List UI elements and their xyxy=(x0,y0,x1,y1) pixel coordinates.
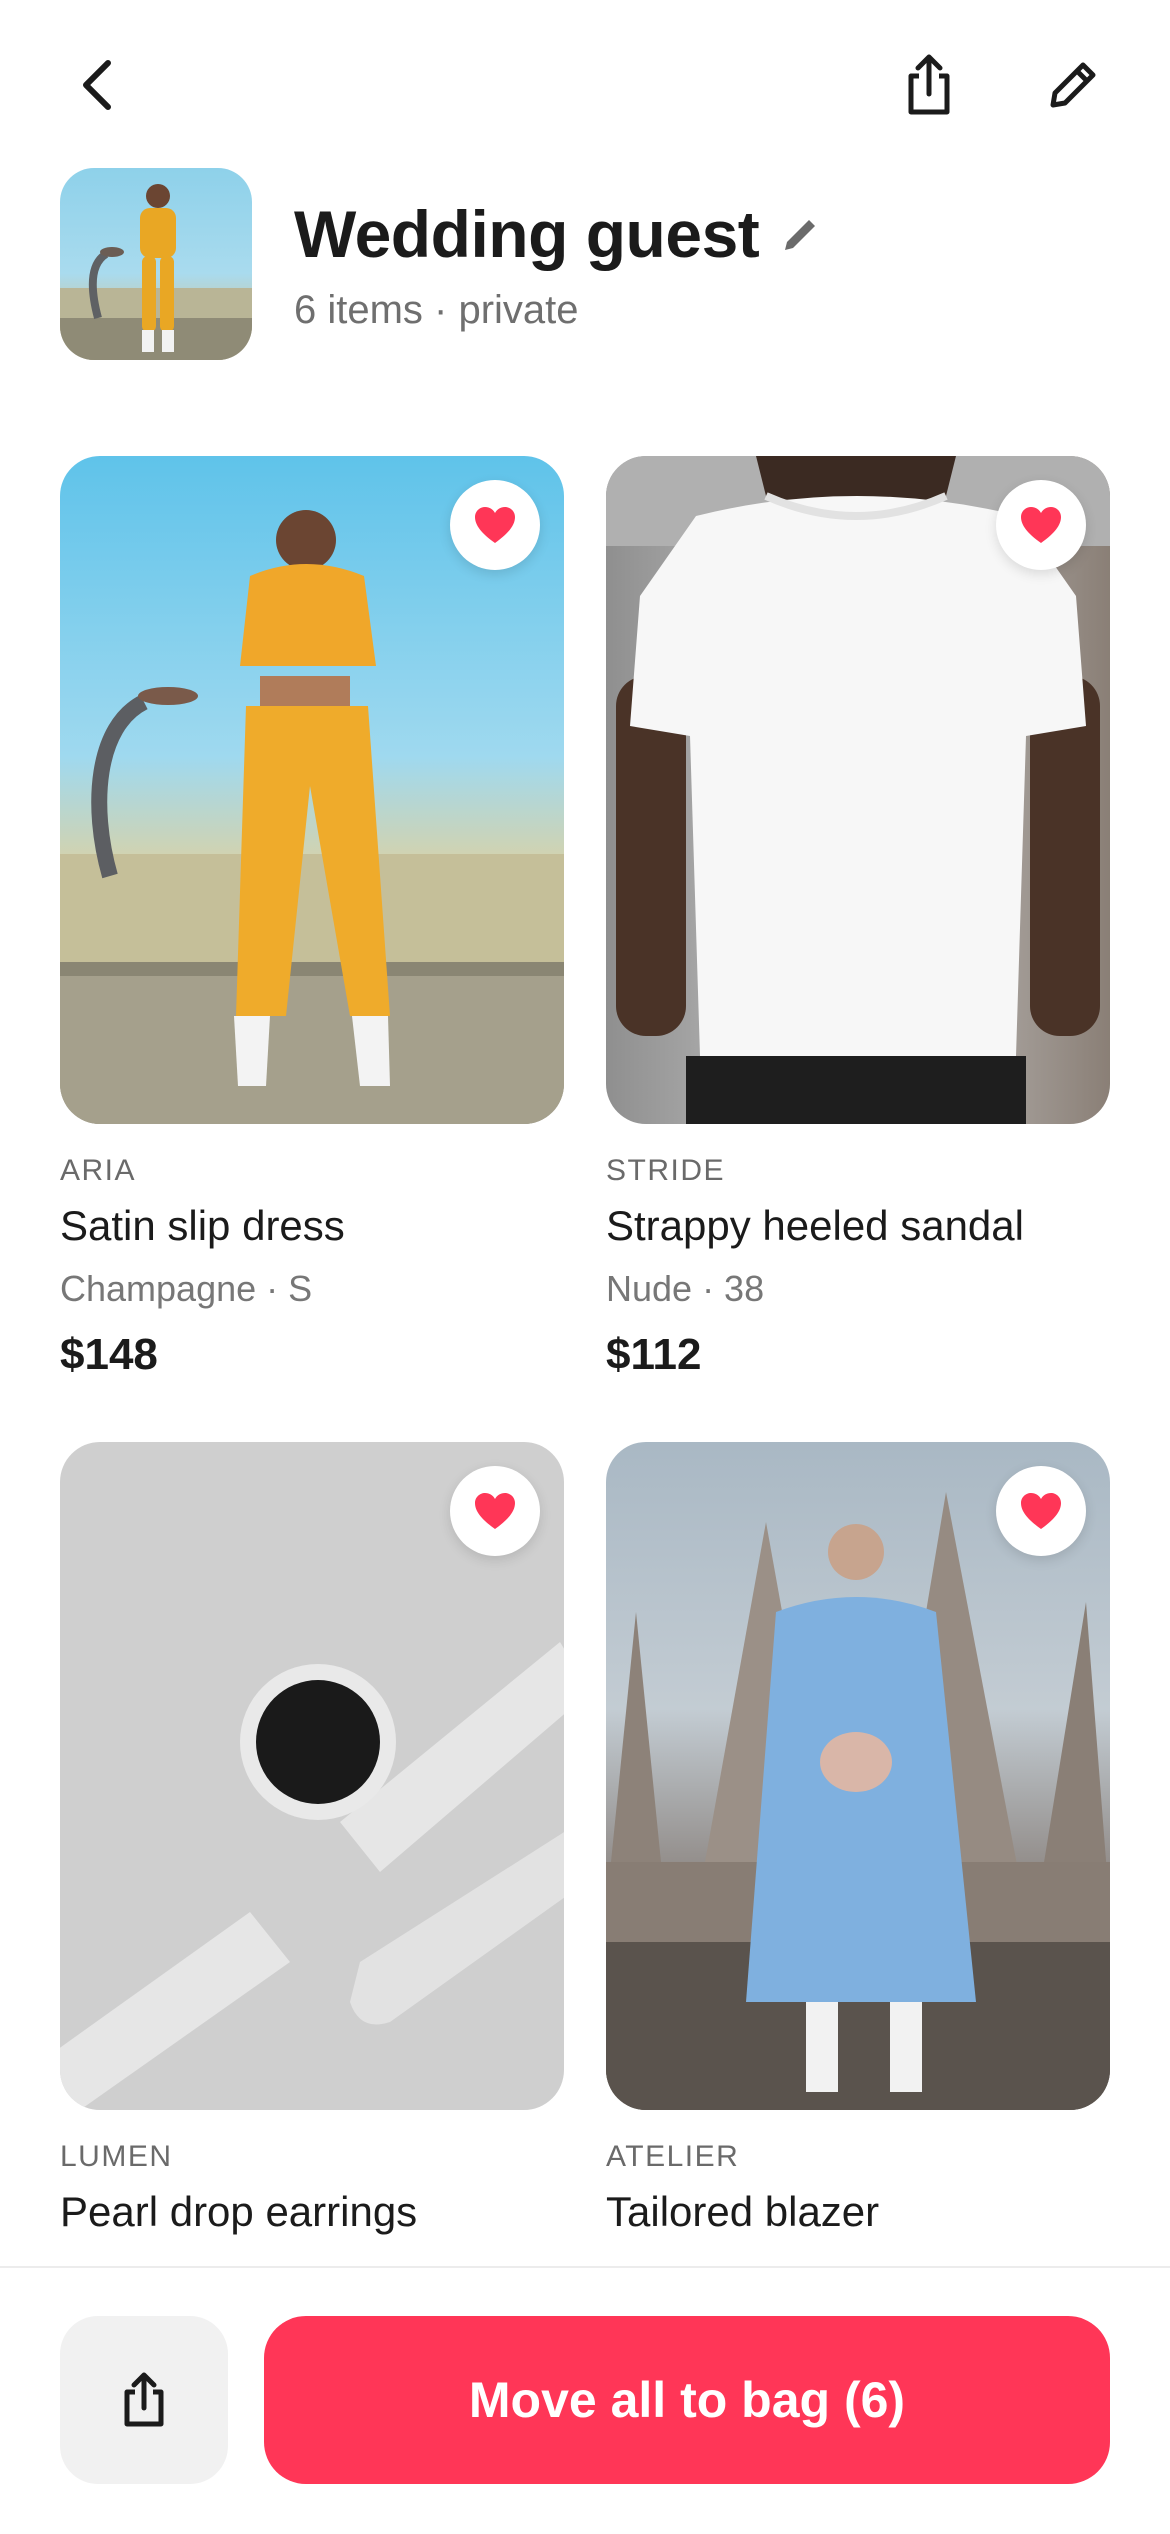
product-name[interactable]: Pearl drop earrings xyxy=(60,2188,564,2236)
product-card[interactable]: LUMEN Pearl drop earrings xyxy=(60,1442,564,2236)
heart-icon xyxy=(475,1493,515,1529)
collection-meta: 6 items · private xyxy=(294,288,579,332)
product-price: $112 xyxy=(606,1330,702,1379)
product-image[interactable] xyxy=(606,456,1110,1124)
share-icon xyxy=(908,54,950,115)
product-brand: STRIDE xyxy=(606,1154,726,1187)
product-card[interactable]: ATELIER Tailored blazer xyxy=(606,1442,1110,2236)
product-price: $148 xyxy=(60,1330,158,1379)
favorite-button[interactable] xyxy=(450,480,540,570)
product-image[interactable] xyxy=(60,1442,564,2110)
product-name[interactable]: Satin slip dress xyxy=(60,1202,564,1250)
pencil-icon xyxy=(1050,62,1096,108)
share-button[interactable] xyxy=(874,40,984,130)
move-all-to-bag-button[interactable]: Move all to bag (6) xyxy=(264,2316,1110,2484)
heart-icon xyxy=(1021,507,1061,543)
pencil-icon xyxy=(785,220,816,250)
chevron-left-icon xyxy=(83,60,111,110)
product-brand: ATELIER xyxy=(606,2140,740,2173)
back-button[interactable] xyxy=(42,40,152,130)
edit-title-button[interactable] xyxy=(781,214,821,254)
edit-button[interactable] xyxy=(1018,40,1128,130)
share-icon xyxy=(124,2372,164,2427)
favorite-button[interactable] xyxy=(996,480,1086,570)
product-variant: Nude · 38 xyxy=(606,1268,765,1309)
product-card[interactable]: STRIDE Strappy heeled sandal Nude · 38 $… xyxy=(606,456,1110,1380)
heart-icon xyxy=(475,507,515,543)
collection-title: Wedding guest xyxy=(294,197,760,271)
product-variant: Champagne · S xyxy=(60,1268,313,1309)
collection-cover-image xyxy=(60,168,252,360)
favorite-button[interactable] xyxy=(450,1466,540,1556)
product-name[interactable]: Strappy heeled sandal xyxy=(606,1202,1110,1250)
product-image[interactable] xyxy=(606,1442,1110,2110)
product-brand: LUMEN xyxy=(60,2140,173,2173)
product-name[interactable]: Tailored blazer xyxy=(606,2188,1110,2236)
share-collection-button[interactable] xyxy=(60,2316,228,2484)
heart-icon xyxy=(1021,1493,1061,1529)
favorite-button[interactable] xyxy=(996,1466,1086,1556)
bottom-action-bar: Move all to bag (6) xyxy=(0,2266,1170,2534)
product-brand: ARIA xyxy=(60,1154,137,1187)
product-card[interactable]: ARIA Satin slip dress Champagne · S $148 xyxy=(60,456,564,1380)
product-image[interactable] xyxy=(60,456,564,1124)
